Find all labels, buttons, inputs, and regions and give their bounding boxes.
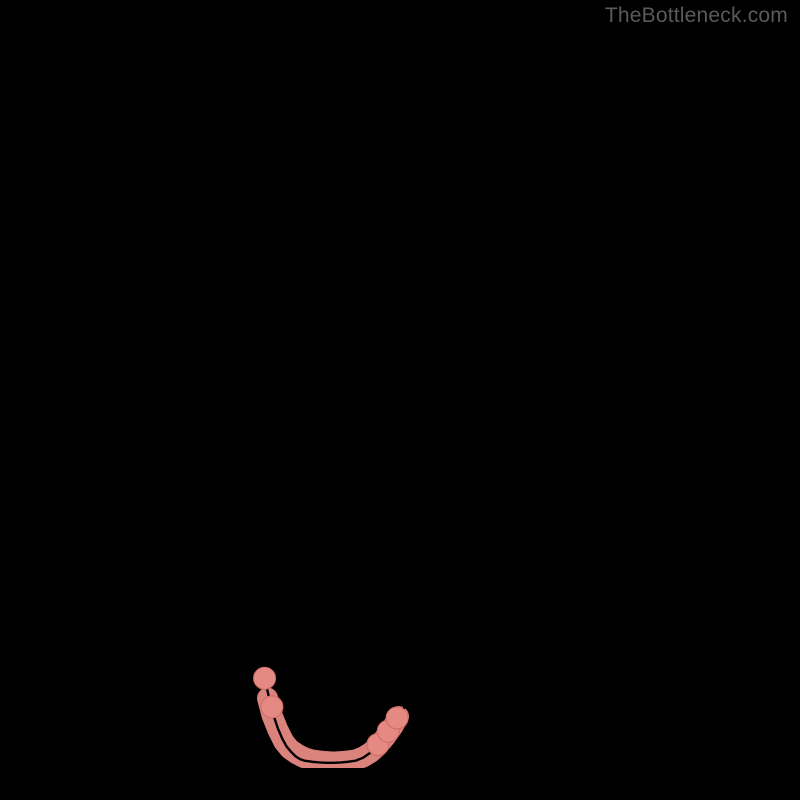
chart-frame: TheBottleneck.com <box>0 0 800 800</box>
watermark-text: TheBottleneck.com <box>605 4 788 28</box>
bottleneck-curve <box>91 32 768 763</box>
right-marker-upper <box>386 707 408 729</box>
left-marker-upper <box>254 667 276 689</box>
left-marker-lower <box>261 696 283 718</box>
chart-svg <box>32 32 768 768</box>
plot-area <box>32 32 768 768</box>
